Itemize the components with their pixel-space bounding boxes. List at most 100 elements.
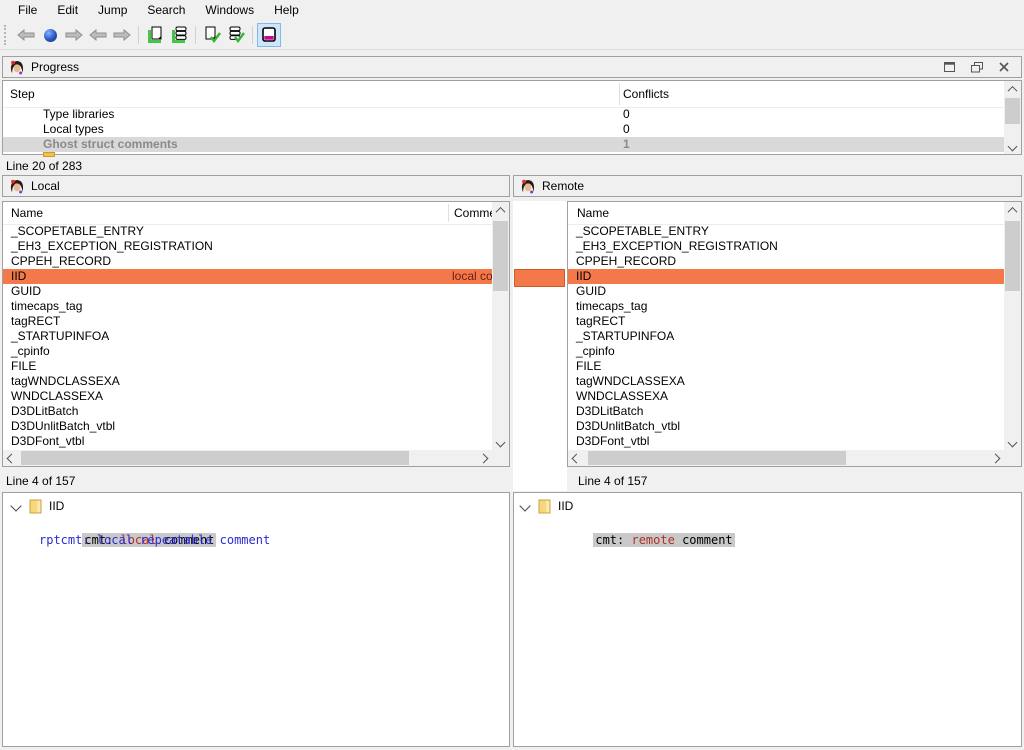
- item-name: WNDCLASSEXA: [576, 389, 668, 404]
- chevron-down-icon: [1008, 141, 1018, 151]
- maximize-icon[interactable]: [944, 62, 955, 72]
- list-item[interactable]: GUID: [3, 284, 492, 299]
- list-item[interactable]: tagRECT: [3, 314, 492, 329]
- list-item[interactable]: D3DUnlitBatch_vtbl: [3, 419, 492, 434]
- chevron-expanded-icon[interactable]: [10, 500, 21, 511]
- list-item-selected[interactable]: IID: [568, 269, 1004, 284]
- scroll-left-button[interactable]: [3, 450, 20, 466]
- item-name: _STARTUPINFOA: [11, 329, 109, 344]
- scroll-thumb[interactable]: [1005, 98, 1020, 124]
- column-header-name[interactable]: Name: [577, 206, 609, 220]
- progress-row[interactable]: Local types 0: [3, 122, 1004, 137]
- list-item[interactable]: _EH3_EXCEPTION_REGISTRATION: [3, 239, 492, 254]
- column-header-step[interactable]: Step: [10, 87, 35, 101]
- back-button[interactable]: [14, 23, 38, 47]
- list-item[interactable]: timecaps_tag: [568, 299, 1004, 314]
- list-item[interactable]: D3DFont_vtbl: [3, 434, 492, 449]
- local-vertical-scrollbar[interactable]: [492, 202, 509, 450]
- monitor-icon: [261, 27, 277, 43]
- list-item[interactable]: D3DUnlitBatch_vtbl: [568, 419, 1004, 434]
- remote-vertical-scrollbar[interactable]: [1004, 202, 1021, 450]
- scroll-right-button[interactable]: [987, 450, 1004, 466]
- display-view-toggle-button[interactable]: [257, 23, 281, 47]
- scroll-up-button[interactable]: [1004, 81, 1021, 97]
- scroll-up-button[interactable]: [492, 202, 509, 218]
- list-item[interactable]: tagWNDCLASSEXA: [3, 374, 492, 389]
- local-rptcmt-line[interactable]: rptcmt: local repeatable comment: [39, 533, 270, 548]
- menu-jump[interactable]: Jump: [88, 1, 137, 20]
- column-divider[interactable]: [619, 83, 620, 105]
- menu-windows[interactable]: Windows: [195, 1, 264, 20]
- scroll-thumb[interactable]: [21, 451, 409, 465]
- list-item[interactable]: _STARTUPINFOA: [568, 329, 1004, 344]
- scroll-thumb[interactable]: [588, 451, 846, 465]
- local-detail-node-row[interactable]: IID: [3, 498, 509, 515]
- close-icon[interactable]: [999, 62, 1009, 72]
- accept-item-button[interactable]: [200, 23, 224, 47]
- scroll-right-button[interactable]: [475, 450, 492, 466]
- take-local-all-button[interactable]: [167, 23, 191, 47]
- list-item[interactable]: _cpinfo: [3, 344, 492, 359]
- list-item[interactable]: WNDCLASSEXA: [3, 389, 492, 404]
- menu-search[interactable]: Search: [137, 1, 195, 20]
- remote-cmt-line[interactable]: cmt: remote comment: [550, 518, 735, 563]
- step-name: Type libraries: [43, 107, 114, 122]
- toolbar-drag-handle[interactable]: [4, 25, 10, 45]
- scroll-down-button[interactable]: [1004, 138, 1021, 154]
- list-item[interactable]: _cpinfo: [568, 344, 1004, 359]
- local-rows: _SCOPETABLE_ENTRY _EH3_EXCEPTION_REGISTR…: [3, 224, 492, 450]
- list-item[interactable]: D3DLitBatch: [3, 404, 492, 419]
- column-header-name[interactable]: Name: [11, 206, 43, 220]
- next-conflict-button[interactable]: [110, 23, 134, 47]
- scroll-down-button[interactable]: [1004, 434, 1021, 450]
- list-item[interactable]: FILE: [568, 359, 1004, 374]
- column-divider[interactable]: [448, 204, 449, 222]
- list-item[interactable]: _STARTUPINFOA: [3, 329, 492, 344]
- current-position-button[interactable]: [38, 23, 62, 47]
- remote-detail-node-row[interactable]: IID: [514, 498, 1021, 515]
- progress-row-active[interactable]: Ghost struct comments 1: [3, 137, 1004, 152]
- local-titlebar: Local: [2, 175, 510, 197]
- item-name: D3DUnlitBatch_vtbl: [576, 419, 680, 434]
- item-name: IID: [576, 269, 591, 284]
- accept-all-button[interactable]: [224, 23, 248, 47]
- list-item[interactable]: timecaps_tag: [3, 299, 492, 314]
- list-item[interactable]: _SCOPETABLE_ENTRY: [3, 224, 492, 239]
- scroll-up-button[interactable]: [1004, 202, 1021, 218]
- list-item[interactable]: D3DLitBatch: [568, 404, 1004, 419]
- item-name: D3DFont_vtbl: [576, 434, 649, 449]
- scroll-down-button[interactable]: [492, 434, 509, 450]
- list-item[interactable]: CPPEH_RECORD: [3, 254, 492, 269]
- list-item[interactable]: _SCOPETABLE_ENTRY: [568, 224, 1004, 239]
- item-name: CPPEH_RECORD: [576, 254, 676, 269]
- list-item-selected[interactable]: IID local comment: [3, 269, 492, 284]
- forward-button[interactable]: [62, 23, 86, 47]
- scroll-left-button[interactable]: [568, 450, 585, 466]
- menu-file[interactable]: File: [8, 1, 47, 20]
- item-name: D3DLitBatch: [576, 404, 643, 419]
- list-item[interactable]: tagRECT: [568, 314, 1004, 329]
- chevron-right-icon: [991, 453, 1001, 463]
- menu-edit[interactable]: Edit: [47, 1, 88, 20]
- take-local-item-button[interactable]: [143, 23, 167, 47]
- list-item[interactable]: GUID: [568, 284, 1004, 299]
- scrollbar-corner: [492, 450, 509, 466]
- chevron-expanded-icon[interactable]: [519, 500, 530, 511]
- menu-help[interactable]: Help: [264, 1, 309, 20]
- scroll-thumb[interactable]: [493, 221, 508, 291]
- list-item[interactable]: _EH3_EXCEPTION_REGISTRATION: [568, 239, 1004, 254]
- list-item[interactable]: CPPEH_RECORD: [568, 254, 1004, 269]
- float-window-icon[interactable]: [971, 62, 983, 73]
- remote-horizontal-scrollbar[interactable]: [568, 450, 1004, 466]
- list-item[interactable]: D3DFont_vtbl: [568, 434, 1004, 449]
- scroll-thumb[interactable]: [1005, 221, 1020, 291]
- list-item[interactable]: tagWNDCLASSEXA: [568, 374, 1004, 389]
- list-item[interactable]: WNDCLASSEXA: [568, 389, 1004, 404]
- local-horizontal-scrollbar[interactable]: [3, 450, 492, 466]
- previous-conflict-button[interactable]: [86, 23, 110, 47]
- column-header-comment[interactable]: Comment: [454, 206, 492, 220]
- list-item[interactable]: FILE: [3, 359, 492, 374]
- column-header-conflicts[interactable]: Conflicts: [623, 87, 669, 101]
- progress-row[interactable]: Type libraries 0: [3, 107, 1004, 122]
- progress-vertical-scrollbar[interactable]: [1004, 81, 1021, 154]
